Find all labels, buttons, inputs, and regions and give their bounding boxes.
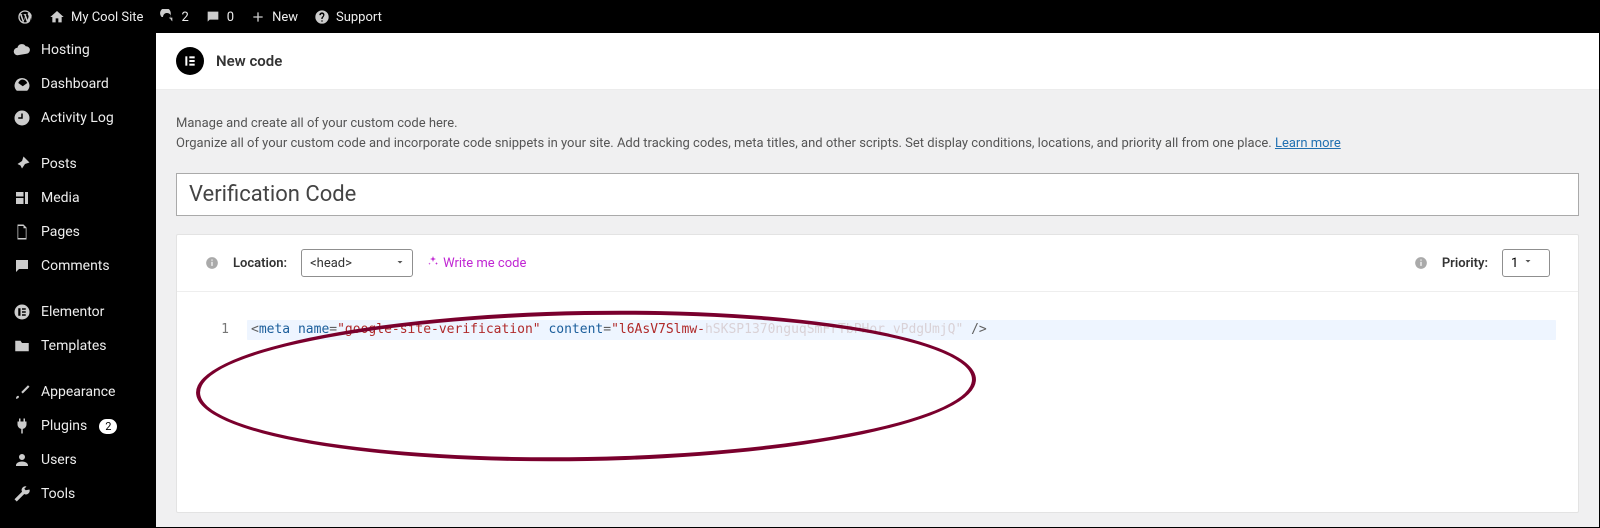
code-title-box [176, 173, 1579, 216]
sidebar-item-dashboard[interactable]: Dashboard [1, 67, 156, 101]
info-icon [205, 256, 219, 270]
sidebar-item-tools[interactable]: Tools [1, 477, 156, 511]
code-title-input[interactable] [189, 182, 1566, 207]
page-icon [13, 223, 31, 241]
comment-icon [205, 9, 221, 25]
user-icon [13, 451, 31, 469]
chevron-down-icon [394, 256, 406, 272]
sidebar-item-plugins[interactable]: Plugins 2 [1, 409, 156, 443]
comments-link[interactable]: 0 [197, 1, 242, 33]
updates-count: 2 [181, 10, 188, 25]
sidebar-item-label: Pages [41, 224, 80, 240]
clock-icon [13, 109, 31, 127]
media-icon [13, 189, 31, 207]
priority-selected-value: 1 [1511, 256, 1518, 271]
sidebar-item-users[interactable]: Users [1, 443, 156, 477]
new-link[interactable]: New [242, 1, 306, 33]
help-icon [314, 9, 330, 25]
sidebar-item-label: Users [41, 452, 77, 468]
plus-icon [250, 9, 266, 25]
comments-icon [13, 257, 31, 275]
gauge-icon [13, 75, 31, 93]
site-name-text: My Cool Site [71, 10, 143, 25]
intro-text: Manage and create all of your custom cod… [156, 90, 1599, 167]
code-editor[interactable]: 1 <meta name="google-site-verification" … [177, 292, 1578, 512]
sidebar-item-activity-log[interactable]: Activity Log [1, 101, 156, 135]
elementor-logo [176, 47, 204, 75]
updates-link[interactable]: 2 [151, 1, 196, 33]
support-label: Support [336, 10, 382, 25]
sidebar-item-label: Tools [41, 486, 75, 502]
home-icon [49, 9, 65, 25]
sidebar-item-label: Media [41, 190, 80, 206]
sidebar-item-label: Templates [41, 338, 107, 354]
sidebar-item-pages[interactable]: Pages [1, 215, 156, 249]
write-me-code-button[interactable]: Write me code [427, 255, 526, 271]
priority-label: Priority: [1442, 256, 1488, 271]
sidebar-item-label: Hosting [41, 42, 90, 58]
cloud-icon [13, 41, 31, 59]
wordpress-logo[interactable] [9, 1, 41, 33]
sidebar-item-posts[interactable]: Posts [1, 147, 156, 181]
location-select[interactable]: <head> [301, 249, 413, 277]
sidebar-item-label: Plugins [41, 418, 87, 434]
learn-more-link[interactable]: Learn more [1275, 136, 1341, 151]
sidebar-item-templates[interactable]: Templates [1, 329, 156, 363]
new-label: New [272, 10, 298, 25]
sidebar-item-media[interactable]: Media [1, 181, 156, 215]
folder-icon [13, 337, 31, 355]
sidebar-item-label: Posts [41, 156, 77, 172]
sidebar-item-comments[interactable]: Comments [1, 249, 156, 283]
sidebar-item-hosting[interactable]: Hosting [1, 33, 156, 67]
plugins-update-badge: 2 [99, 419, 117, 434]
admin-sidebar: Hosting Dashboard Activity Log Posts Med… [1, 33, 156, 527]
info-icon [1414, 256, 1428, 270]
location-selected-value: <head> [310, 256, 352, 271]
code-panel: Location: <head> Write me code Priority:… [176, 234, 1579, 513]
main-content: New code Manage and create all of your c… [156, 33, 1599, 527]
elementor-icon [13, 303, 31, 321]
write-me-code-label: Write me code [443, 256, 526, 271]
wrench-icon [13, 485, 31, 503]
brush-icon [13, 383, 31, 401]
sidebar-item-label: Elementor [41, 304, 104, 320]
wordpress-icon [17, 9, 33, 25]
intro-line-1: Manage and create all of your custom cod… [176, 114, 1579, 134]
pin-icon [13, 155, 31, 173]
sidebar-item-label: Comments [41, 258, 110, 274]
sidebar-item-elementor[interactable]: Elementor [1, 295, 156, 329]
page-header: New code [156, 33, 1599, 90]
code-line[interactable]: <meta name="google-site-verification" co… [247, 320, 1556, 340]
priority-select[interactable]: 1 [1502, 249, 1550, 277]
chevron-down-icon [1522, 255, 1534, 271]
plug-icon [13, 417, 31, 435]
sidebar-item-label: Activity Log [41, 110, 114, 126]
sparkle-icon [427, 255, 439, 271]
code-toolbar: Location: <head> Write me code Priority:… [177, 235, 1578, 292]
sidebar-item-label: Appearance [41, 384, 115, 400]
sidebar-item-appearance[interactable]: Appearance [1, 375, 156, 409]
line-number: 1 [199, 320, 239, 340]
page-title: New code [216, 52, 282, 70]
site-name-link[interactable]: My Cool Site [41, 1, 151, 33]
support-link[interactable]: Support [306, 1, 390, 33]
admin-bar: My Cool Site 2 0 New Support [1, 1, 1599, 33]
refresh-icon [159, 9, 175, 25]
intro-line-2: Organize all of your custom code and inc… [176, 134, 1579, 154]
location-label: Location: [233, 256, 287, 271]
comments-count: 0 [227, 10, 234, 25]
sidebar-item-label: Dashboard [41, 76, 109, 92]
